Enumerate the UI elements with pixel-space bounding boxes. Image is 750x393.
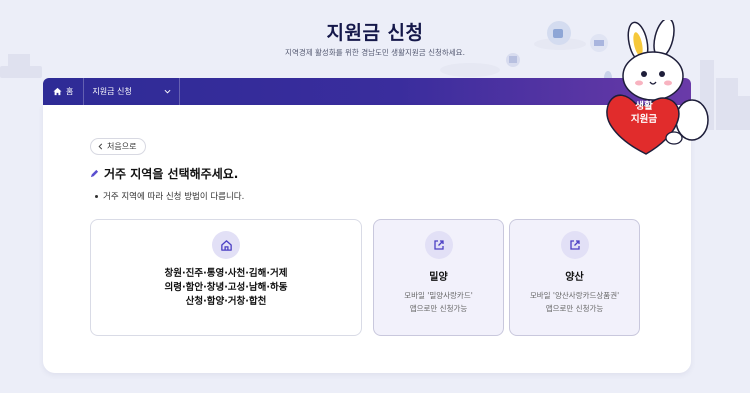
region-description: 모바일 '밀양사랑카드' 앱으로만 신청가능: [404, 289, 473, 315]
badge-line-2: 지원금: [630, 114, 658, 125]
nav-bar: 홈 지원금 신청: [43, 78, 691, 105]
home-icon: [53, 87, 62, 96]
external-link-icon: [569, 240, 580, 250]
region-icon-circle: [424, 231, 453, 259]
nav-home-label: 홈: [66, 87, 74, 96]
chevron-down-icon: [164, 89, 171, 94]
section-heading: 거주 지역을 선택해주세요.: [90, 165, 238, 182]
region-desc-line-1: 모바일 '밀양사랑카드': [404, 291, 473, 300]
region-name: 밀양: [429, 272, 448, 283]
region-list-line-2: 의령·함안·창녕·고성·남해·하동: [164, 282, 288, 293]
region-card-miryang[interactable]: 밀양 모바일 '밀양사랑카드' 앱으로만 신청가능: [373, 219, 504, 336]
region-list: 창원·진주·통영·사천·김해·거제 의령·함안·창녕·고성·남해·하동 산청·함…: [165, 267, 288, 309]
region-desc-line-1: 모바일 '양산사랑카드상품권': [529, 291, 620, 300]
region-name: 양산: [565, 272, 584, 283]
chevron-left-icon: [98, 143, 103, 150]
region-list-line-1: 창원·진주·통영·사천·김해·거제: [164, 268, 288, 279]
region-desc-line-2: 앱으로만 신청가능: [545, 304, 604, 313]
region-card-general[interactable]: 창원·진주·통영·사천·김해·거제 의령·함안·창녕·고성·남해·하동 산청·함…: [90, 219, 362, 336]
pencil-icon: [90, 169, 99, 178]
nav-dropdown-label: 지원금 신청: [92, 87, 132, 96]
section-title-text: 거주 지역을 선택해주세요.: [104, 167, 239, 181]
content-card: 처음으로 거주 지역을 선택해주세요. 거주 지역에 따라 신청 방법이 다릅니…: [43, 105, 691, 373]
region-icon-circle: [560, 231, 589, 259]
back-button-label: 처음으로: [107, 142, 137, 151]
badge-line-1: 생활: [635, 101, 653, 112]
nav-home-link[interactable]: 홈: [43, 78, 85, 105]
region-card-yangsan[interactable]: 양산 모바일 '양산사랑카드상품권' 앱으로만 신청가능: [509, 219, 640, 336]
region-list-line-3: 산청·함양·거창·합천: [185, 296, 267, 307]
nav-menu-dropdown[interactable]: 지원금 신청: [84, 78, 181, 105]
bullet: [95, 194, 98, 198]
region-description: 모바일 '양산사랑카드상품권' 앱으로만 신청가능: [530, 289, 619, 315]
mascot-badge: 생활 지원금: [616, 100, 672, 126]
back-to-start-button[interactable]: 처음으로: [90, 138, 147, 155]
region-icon-circle: [212, 231, 240, 259]
region-desc-line-2: 앱으로만 신청가능: [409, 304, 468, 313]
notice-text: 거주 지역에 따라 신청 방법이 다릅니다.: [103, 192, 245, 202]
mascot-rabbit-illustration: [606, 20, 709, 155]
home-icon: [220, 239, 232, 251]
notice-line: 거주 지역에 따라 신청 방법이 다릅니다.: [95, 190, 244, 202]
external-link-icon: [433, 240, 444, 250]
